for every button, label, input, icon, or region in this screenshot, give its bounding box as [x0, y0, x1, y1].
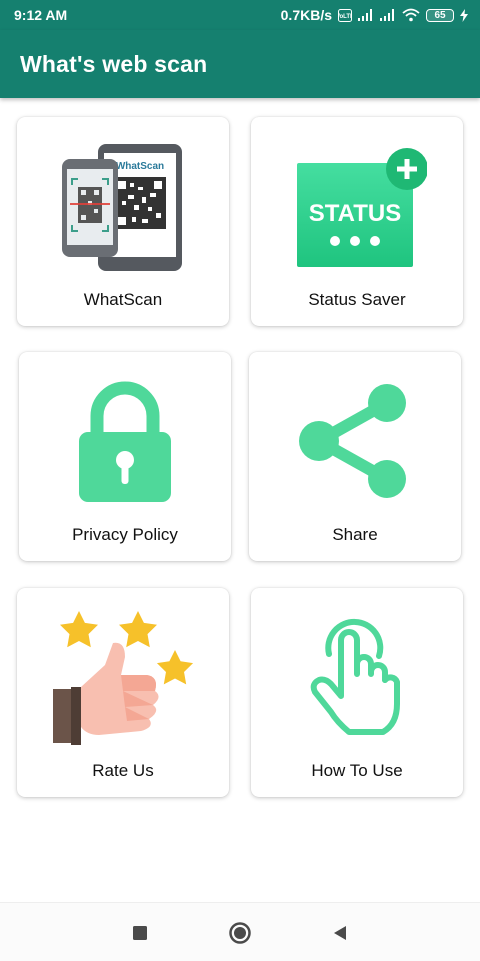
recents-icon: [133, 926, 147, 940]
recents-button[interactable]: [128, 921, 152, 945]
svg-text:VoLTE: VoLTE: [338, 14, 352, 20]
status-saver-label: Status Saver: [308, 290, 406, 309]
network-speed: 0.7KB/s: [280, 7, 332, 23]
app-title: What's web scan: [20, 50, 208, 77]
app-bar: What's web scan: [0, 30, 480, 98]
whatscan-icon-text: WhatScan: [116, 161, 164, 172]
how-to-use-card[interactable]: How To Use: [251, 588, 463, 797]
rate-us-card[interactable]: Rate Us: [17, 588, 229, 797]
status-bar: 9:12 AM 0.7KB/s VoLTE 65: [0, 0, 480, 30]
wifi-icon: [402, 8, 420, 22]
home-icon: [229, 922, 251, 944]
charging-icon: [460, 8, 468, 22]
navigation-bar: [0, 902, 480, 961]
whatscan-card[interactable]: WhatScan WhatScan: [17, 117, 229, 326]
signal-icon: [380, 9, 394, 21]
privacy-policy-card[interactable]: Privacy Policy: [19, 352, 231, 561]
home-button[interactable]: [228, 921, 252, 945]
status-icons: 0.7KB/s VoLTE 65: [281, 7, 468, 23]
status-icon: STATUS: [297, 148, 427, 267]
tap-hand-icon: [310, 618, 400, 735]
volte-icon: VoLTE: [338, 8, 352, 22]
lock-icon: [79, 381, 171, 502]
whatscan-label: WhatScan: [83, 290, 163, 309]
share-card[interactable]: Share: [249, 352, 461, 561]
share-label: Share: [332, 525, 378, 544]
status-icon-text: STATUS: [309, 200, 401, 227]
back-icon: [334, 926, 346, 940]
share-icon: [299, 384, 406, 498]
battery-level: 65: [434, 9, 446, 21]
privacy-policy-label: Privacy Policy: [72, 525, 178, 544]
battery-icon: 65: [426, 8, 454, 22]
rate-us-label: Rate Us: [92, 761, 154, 780]
status-saver-card[interactable]: STATUS Status Saver: [251, 117, 463, 326]
back-button[interactable]: [328, 921, 352, 945]
how-to-use-label: How To Use: [311, 761, 403, 780]
qr-scan-phone-icon: WhatScan: [62, 143, 182, 271]
status-time: 9:12 AM: [14, 7, 68, 23]
signal-icon: [358, 9, 372, 21]
thumbs-up-stars-icon: [53, 611, 194, 745]
